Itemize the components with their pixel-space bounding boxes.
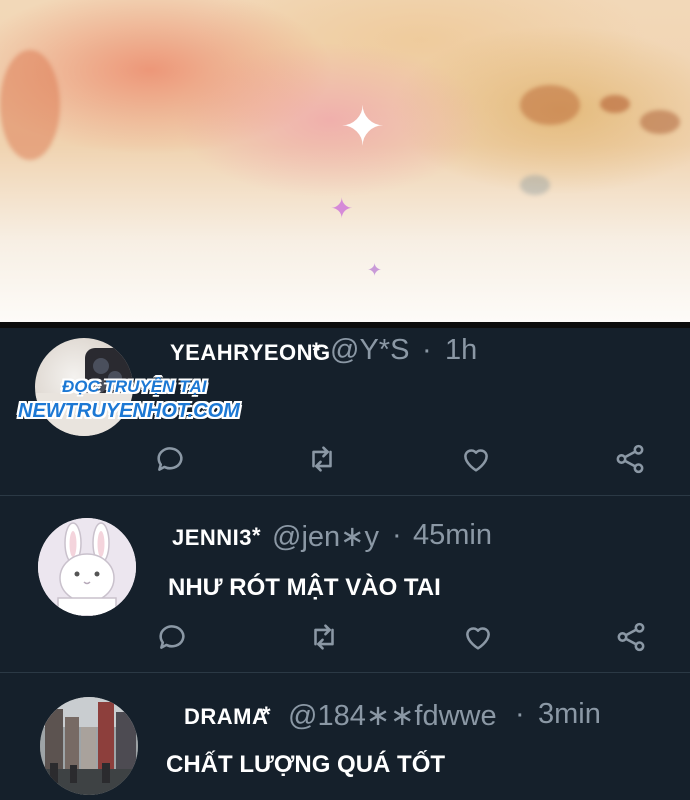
artwork-panel: ✦ ✦ ✦ — [0, 0, 690, 322]
reply-icon — [157, 447, 183, 471]
display-name[interactable]: JENNI3 — [172, 525, 252, 551]
retweet-button[interactable] — [305, 442, 339, 476]
user-handle[interactable]: @184∗∗fdwwe — [288, 698, 497, 733]
like-button[interactable] — [459, 442, 493, 476]
retweet-button[interactable] — [307, 620, 341, 654]
like-icon — [466, 627, 490, 650]
reply-button[interactable] — [155, 620, 189, 654]
like-button[interactable] — [461, 620, 495, 654]
name-star: * — [262, 702, 272, 727]
share-icon — [616, 444, 644, 474]
name-star: * — [252, 523, 262, 548]
name-star: * — [312, 338, 322, 363]
city-street-avatar-icon — [40, 697, 138, 795]
sparkle-icon: ✦ — [330, 192, 354, 225]
tweet-text: CHẤT LƯỢNG QUÁ TỐT — [166, 751, 446, 778]
share-icon — [617, 622, 645, 652]
watermark-line-1: ĐỌC TRUYỆN TẠI — [62, 377, 207, 396]
share-button[interactable] — [613, 442, 647, 476]
retweet-icon — [312, 446, 332, 472]
paint-blot — [520, 175, 550, 195]
rabbit-avatar-icon — [38, 518, 136, 616]
paint-blot — [520, 85, 580, 125]
watermark-line-2: NEWTRUYENHOT.COM — [18, 400, 240, 422]
reply-button[interactable] — [153, 442, 187, 476]
paint-blot — [640, 110, 680, 134]
separator-dot: · — [392, 519, 402, 551]
timestamp[interactable]: 3min — [538, 698, 601, 731]
tweet-card[interactable]: JENNI3 * @jen∗y · 45min NHƯ RÓT MẬT VÀO … — [0, 496, 690, 672]
retweet-icon — [314, 624, 334, 650]
sparkle-icon: ✦ — [367, 260, 383, 281]
tweet-text: NHƯ RÓT MẬT VÀO TAI — [168, 574, 441, 601]
paint-blot — [600, 95, 630, 113]
paint-blot — [0, 50, 60, 160]
like-icon — [464, 449, 488, 472]
timestamp[interactable]: 1h — [445, 334, 477, 367]
user-handle[interactable]: @Y*S — [330, 334, 409, 367]
reply-icon — [159, 625, 185, 649]
avatar[interactable] — [40, 697, 138, 795]
avatar[interactable] — [38, 518, 136, 616]
share-button[interactable] — [614, 620, 648, 654]
display-name[interactable]: DRAMA — [184, 704, 268, 730]
separator-dot: · — [515, 698, 525, 730]
display-name[interactable]: YEAHRYEONG — [170, 340, 331, 366]
tweet-card[interactable]: DRAMA * @184∗∗fdwwe · 3min CHẤT LƯỢNG QU… — [0, 673, 690, 800]
user-handle[interactable]: @jen∗y — [272, 519, 379, 554]
sparkle-icon: ✦ — [340, 95, 386, 158]
timestamp[interactable]: 45min — [413, 519, 492, 552]
separator-dot: · — [422, 334, 432, 366]
